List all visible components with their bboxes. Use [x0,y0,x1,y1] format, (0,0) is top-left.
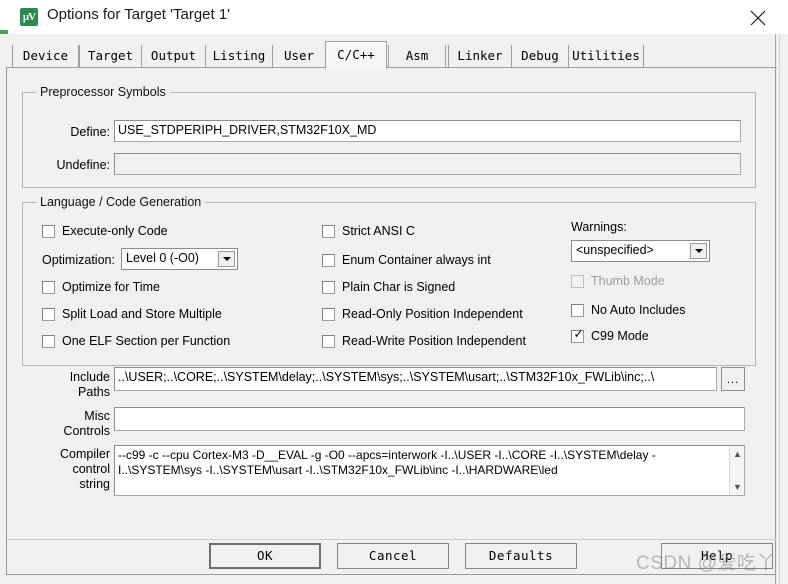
title-bar: μV Options for Target 'Target 1' [0,0,788,35]
undefine-input[interactable] [114,153,741,175]
uvision-logo-icon: μV [20,8,38,26]
tab-c-cpp[interactable]: C/C++ [325,41,387,69]
checkbox-label: Optimize for Time [62,280,160,294]
warnings-label: Warnings: [571,220,627,234]
ellipsis-icon: ... [726,374,740,386]
checkbox-box [571,275,584,288]
window-title: Options for Target 'Target 1' [47,6,231,23]
checkmark-icon: ✓ [573,327,584,341]
define-input[interactable]: USE_STDPERIPH_DRIVER,STM32F10X_MD [114,120,741,142]
defaults-button[interactable]: Defaults [465,543,577,569]
language-code-generation-group-label: Language / Code Generation [36,195,206,209]
warnings-value: <unspecified> [576,243,654,257]
checkbox-label: Thumb Mode [591,274,665,288]
chevron-down-icon [694,249,703,253]
checkbox-label: One ELF Section per Function [62,334,231,348]
checkbox-label: Read-Write Position Independent [342,334,526,348]
scroll-up-icon[interactable]: ▲ [730,447,745,461]
checkbox-label: Read-Only Position Independent [342,307,523,321]
optimization-dropdown-button[interactable] [218,251,235,267]
optimization-label: Optimization: [42,253,115,267]
define-label: Define: [70,125,110,139]
dialog-right-edge-shadow [779,34,780,584]
checkbox-box[interactable] [322,225,335,238]
close-window-button[interactable] [736,2,780,32]
compiler-control-string-scrollbar[interactable]: ▲ ▼ [729,446,744,495]
compiler-control-string-label-line3: string [79,477,110,491]
compiler-control-string-label-line2: control [72,462,110,476]
button-bar-separator [7,539,776,540]
checkbox-box[interactable] [42,225,55,238]
optimization-select[interactable]: Level 0 (-O0) [121,248,238,270]
checkbox-box[interactable] [42,335,55,348]
tab-linker[interactable]: Linker [448,45,512,67]
tab-asm[interactable]: Asm [388,45,446,67]
checkbox-label: C99 Mode [591,329,649,343]
tab-output[interactable]: Output [141,45,206,67]
checkbox-label: Split Load and Store Multiple [62,307,222,321]
compiler-control-string-textarea[interactable]: --c99 -c --cpu Cortex-M3 -D__EVAL -g -O0… [114,445,745,496]
warnings-select[interactable]: <unspecified> [571,240,710,262]
include-paths-browse-button[interactable]: ... [721,367,745,391]
include-paths-input[interactable]: ..\USER;..\CORE;..\SYSTEM\delay;..\SYSTE… [114,367,717,391]
checkbox-label: Strict ANSI C [342,224,415,238]
misc-controls-label-line2: Controls [63,424,110,438]
undefine-label: Undefine: [56,158,110,172]
ok-button[interactable]: OK [209,543,321,569]
tab-debug[interactable]: Debug [511,45,569,67]
tab-target[interactable]: Target [79,45,142,67]
cancel-button[interactable]: Cancel [337,543,449,569]
checkbox-label: Plain Char is Signed [342,280,456,294]
include-paths-label-line1: Include [69,370,110,384]
misc-controls-input[interactable] [114,407,745,431]
checkbox-box[interactable] [322,254,335,267]
checkbox-box[interactable] [42,281,55,294]
checkbox-label: Enum Container always int [342,253,491,267]
checkbox-label: No Auto Includes [591,303,686,317]
tab-user[interactable]: User [272,45,326,67]
checkbox-label: Execute-only Code [62,224,168,238]
checkbox-box[interactable] [42,308,55,321]
help-button[interactable]: Help [661,543,773,569]
checkbox-box[interactable] [571,304,584,317]
checkbox-box[interactable] [322,281,335,294]
checkbox-box[interactable]: ✓ [571,327,584,343]
uvision-logo-glyph: μV [22,11,36,23]
tab-listing[interactable]: Listing [205,45,273,67]
options-dialog-window: μV Options for Target 'Target 1' Device … [0,0,788,584]
scroll-down-icon[interactable]: ▼ [730,480,745,494]
preprocessor-symbols-group-label: Preprocessor Symbols [36,85,170,99]
checkbox-box[interactable] [322,335,335,348]
chevron-down-icon [222,257,231,261]
tab-utilities[interactable]: Utilities [568,45,644,67]
checkbox-box[interactable] [322,308,335,321]
optimization-value: Level 0 (-O0) [126,251,199,265]
misc-controls-label-line1: Misc [84,409,110,423]
compiler-control-string-label-line1: Compiler [59,447,110,461]
include-paths-label-line2: Paths [78,385,110,399]
active-tab-underline-gap [326,67,386,69]
dialog-body: Device Target Output Listing User C/C++ … [0,34,788,584]
tab-device[interactable]: Device [12,45,79,67]
close-icon [750,10,766,26]
tab-strip: Device Target Output Listing User C/C++ … [7,41,777,69]
warnings-dropdown-button[interactable] [690,243,707,259]
